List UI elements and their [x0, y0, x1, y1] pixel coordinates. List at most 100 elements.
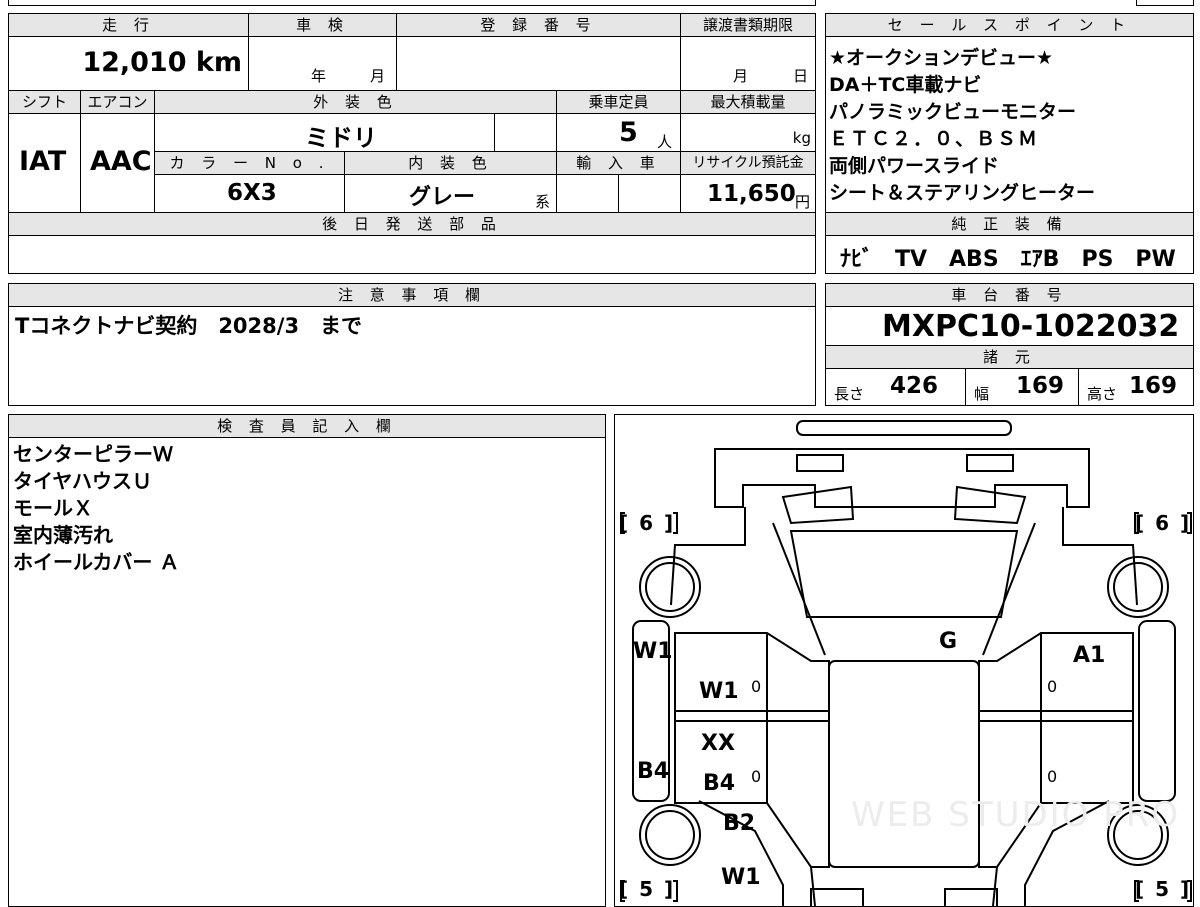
right-side-sill: [1138, 620, 1176, 802]
roof: [828, 660, 980, 868]
capacity-value: 5: [619, 117, 638, 148]
left-front-door-panel-mark: W1: [699, 679, 739, 704]
right-rear-door-zero: 0: [1047, 767, 1058, 786]
aircon-header: エアコン: [80, 90, 155, 114]
windshield-mark: G: [939, 629, 958, 654]
tire-front-left-mark: [ 6 ]: [619, 511, 674, 535]
interior-suffix: 系: [535, 193, 551, 211]
length-label: 長さ: [834, 385, 865, 403]
recycle-cell: 11,650 円: [680, 174, 816, 213]
aircon-value: AAC: [90, 146, 152, 177]
equipment-value: ﾅﾋﾞ TV ABS ｴｱB PS PW: [840, 247, 1176, 272]
capacity-header: 乗車定員: [556, 90, 681, 114]
later-parts-cell: [8, 235, 816, 274]
later-parts-header: 後 日 発 送 部 品: [8, 212, 816, 236]
shift-header: シフト: [8, 90, 81, 114]
front-bumper: [796, 420, 1012, 436]
hood-outline: [714, 448, 1090, 508]
recycle-header: リサイクル預託金: [680, 151, 816, 175]
exterior-header: 外 装 色: [154, 90, 557, 114]
load-header: 最大積載量: [680, 90, 816, 114]
color-no-cell: 6X3: [154, 174, 345, 213]
sales-point-line: ＥＴＣ２．０、ＢＳＭ: [829, 128, 1040, 150]
front-grille-right: [966, 454, 1014, 472]
load-unit: kg: [792, 129, 811, 147]
top-edge-strip: [8, 0, 816, 6]
import-header: 輸 入 車: [556, 151, 681, 175]
interior-cell: グレー 系: [344, 174, 557, 213]
top-right-edge-strip: [1136, 0, 1194, 6]
interior-value: グレー: [409, 185, 476, 210]
inspection-cell: 年 月: [248, 36, 397, 91]
tire-front-right-mark: [ 6 ]: [1135, 511, 1190, 535]
color-no-header: カ ラ ー N o .: [154, 151, 345, 175]
left-side-b4-mark: B4: [637, 759, 670, 784]
sales-point-line: パノラミックビューモニター: [829, 101, 1077, 123]
import-cell-b: [618, 174, 681, 213]
shift-value: IAT: [19, 146, 67, 177]
specs-height-cell: 高さ 169: [1078, 368, 1194, 406]
headlight-right: [953, 485, 1027, 525]
width-value: 169: [1016, 373, 1065, 399]
transfer-header: 譲渡書類期限: [680, 13, 816, 37]
car-diagram-panel: [ 6 ] [ 6 ] [ 5 ] [ 5 ] G W1 W1 0 A1 0 X…: [614, 414, 1194, 907]
left-rear-door-xx-mark: XX: [701, 731, 735, 756]
chassis-cell: MXPC10-1022032: [825, 306, 1194, 346]
specs-width-cell: 幅 169: [965, 368, 1079, 406]
specs-length-cell: 長さ 426: [825, 368, 966, 406]
inspector-line: モールＸ: [13, 496, 93, 520]
rear-quarter-b2-mark: B2: [723, 811, 756, 836]
rear-left-tire: [639, 804, 701, 866]
exterior-extra-cell: [494, 113, 557, 152]
rear-w1-mark: W1: [721, 865, 761, 890]
front-left-tire: [639, 556, 701, 618]
import-cell-a: [556, 174, 619, 213]
notes-header: 注 意 事 項 欄: [8, 283, 816, 307]
inspector-line: タイヤハウスＵ: [13, 469, 152, 493]
capacity-cell: 5 人: [556, 113, 681, 152]
interior-header: 内 装 色: [344, 151, 557, 175]
sales-point-line: DA＋TC車載ナビ: [829, 74, 982, 96]
inspector-line: センターピラーＷ: [13, 442, 173, 466]
front-right-tire: [1107, 556, 1169, 618]
inspector-header: 検 査 員 記 入 欄: [8, 414, 606, 438]
width-label: 幅: [974, 385, 990, 403]
front-fender-right: [1062, 507, 1138, 606]
height-value: 169: [1129, 373, 1178, 399]
equipment-header: 純 正 装 備: [825, 212, 1194, 236]
registration-header: 登 録 番 号: [396, 13, 681, 37]
shift-cell: IAT: [8, 113, 81, 213]
length-value: 426: [890, 373, 939, 399]
exterior-cell: ミドリ: [154, 113, 495, 152]
left-rear-door-b4-mark: B4: [703, 771, 736, 796]
front-grille-left: [796, 454, 844, 472]
watermark: WEB STUDIO PRO: [851, 795, 1181, 835]
inspector-line: ホイールカバー Ａ: [13, 550, 180, 574]
left-front-door-mark: W1: [633, 639, 673, 664]
transfer-day: 日: [793, 67, 809, 85]
equipment-cell: ﾅﾋﾞ TV ABS ｴｱB PS PW: [825, 235, 1194, 274]
registration-cell: [396, 36, 681, 91]
inspection-year: 年: [311, 67, 327, 85]
transfer-cell: 月 日: [680, 36, 816, 91]
sales-point-line: シート＆ステアリングヒーター: [829, 182, 1096, 204]
mileage-cell: 12,010 km: [8, 36, 249, 91]
recycle-unit: 円: [795, 193, 811, 211]
inspector-line: 室内薄汚れ: [13, 523, 113, 547]
right-front-door-mark: A1: [1073, 643, 1106, 668]
chassis-value: MXPC10-1022032: [882, 309, 1180, 344]
load-cell: kg: [680, 113, 816, 152]
sales-points-cell: ★オークションデビュー★ DA＋TC車載ナビ パノラミックビューモニター ＥＴＣ…: [825, 36, 1194, 213]
aircon-cell: AAC: [80, 113, 155, 213]
capacity-unit: 人: [657, 133, 673, 151]
inspection-header: 車 検: [248, 13, 397, 37]
front-fender-left: [670, 507, 746, 606]
notes-cell: Tコネクトナビ契約 2028/3 まで: [8, 306, 816, 406]
right-front-door-zero: 0: [1047, 677, 1058, 696]
tire-rear-left-mark: [ 5 ]: [619, 877, 674, 901]
mileage-header: 走 行: [8, 13, 249, 37]
notes-value: Tコネクトナビ契約 2028/3 まで: [15, 314, 363, 338]
inspector-cell: センターピラーＷ タイヤハウスＵ モールＸ 室内薄汚れ ホイールカバー Ａ: [8, 437, 606, 907]
color-no-value: 6X3: [227, 180, 277, 206]
specs-header: 諸 元: [825, 345, 1194, 369]
